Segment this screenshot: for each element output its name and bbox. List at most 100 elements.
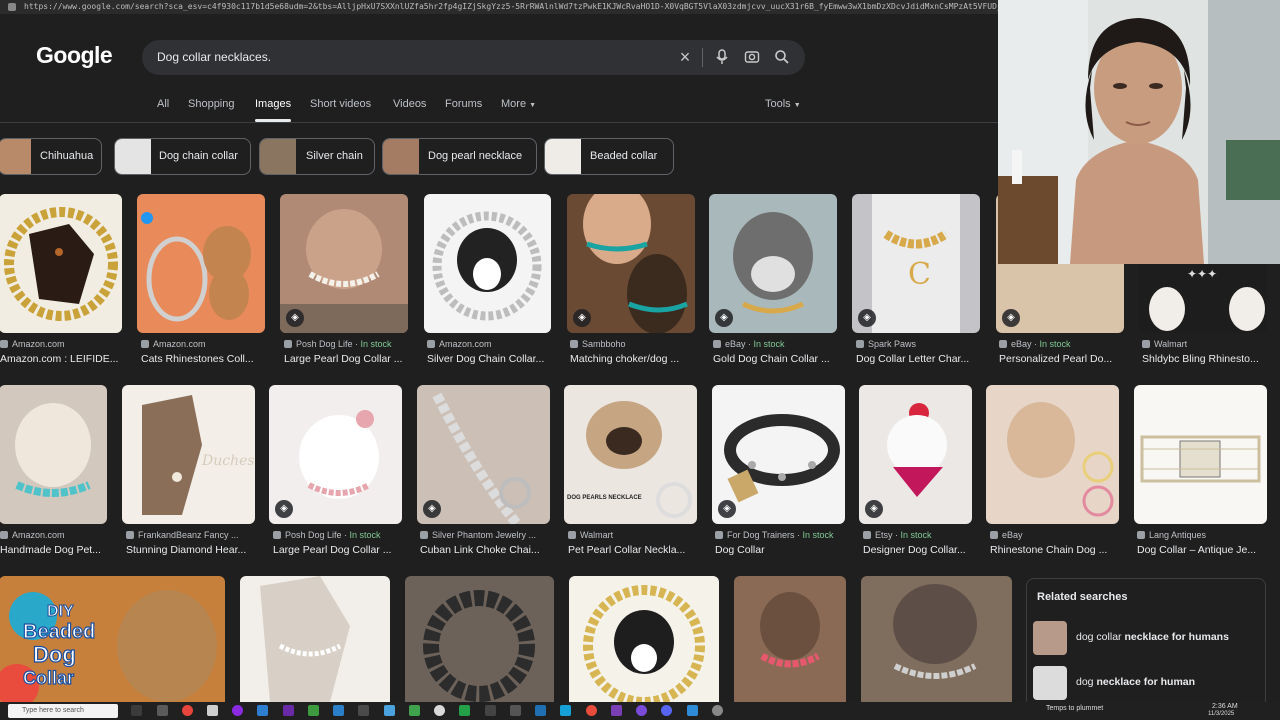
image-source[interactable]: Amazon.com (0, 339, 65, 349)
image-title[interactable]: Silver Dog Chain Collar... (427, 353, 555, 365)
image-title[interactable]: Amazon.com : LEIFIDE... (0, 353, 122, 365)
taskbar-search[interactable]: Type here to search (8, 704, 118, 718)
chip-beaded-collar[interactable]: Beaded collar (544, 138, 674, 175)
image-result[interactable]: Duchess (122, 385, 255, 524)
image-result[interactable] (861, 576, 1012, 702)
tab-more[interactable]: More ▼ (501, 98, 536, 110)
image-source[interactable]: eBay · In stock (713, 339, 785, 349)
app-icon[interactable] (636, 705, 647, 716)
tab-shopping[interactable]: Shopping (188, 98, 235, 110)
app-icon[interactable] (485, 705, 496, 716)
image-source[interactable]: For Dog Trainers · In stock (715, 530, 834, 540)
image-title[interactable]: Cuban Link Choke Chai... (420, 544, 553, 556)
clock-date[interactable]: 11/3/2025 (1208, 711, 1234, 717)
image-title[interactable]: Personalized Pearl Do... (999, 353, 1127, 365)
tab-images[interactable]: Images (255, 98, 292, 122)
clear-icon[interactable]: × (677, 48, 693, 66)
weather-widget[interactable]: Temps to plummet (1046, 705, 1103, 712)
image-result[interactable] (424, 194, 551, 333)
image-result[interactable] (986, 385, 1119, 524)
image-title[interactable]: Shldybc Bling Rhinesto... (1142, 353, 1270, 365)
image-result[interactable] (0, 194, 122, 333)
image-result[interactable]: ◈ (417, 385, 550, 524)
app-icon[interactable] (687, 705, 698, 716)
tab-forums[interactable]: Forums (445, 98, 482, 110)
chip-dog-pearl-necklace[interactable]: Dog pearl necklace (382, 138, 537, 175)
image-source[interactable]: Spark Paws (856, 339, 916, 349)
widgets-icon[interactable] (157, 705, 168, 716)
image-result[interactable]: C ◈ (852, 194, 980, 333)
image-source[interactable]: Amazon.com (141, 339, 206, 349)
image-result[interactable] (137, 194, 265, 333)
search-box[interactable]: Dog collar necklaces. × (142, 40, 805, 75)
image-result[interactable]: ◈ (280, 194, 408, 333)
app-icon[interactable] (333, 705, 344, 716)
app-icon[interactable] (560, 705, 571, 716)
app-icon[interactable] (434, 705, 445, 716)
tools-button[interactable]: Tools ▼ (765, 98, 801, 110)
app-icon[interactable] (409, 705, 420, 716)
tab-videos[interactable]: Videos (393, 98, 426, 110)
image-source[interactable]: Walmart (1142, 339, 1187, 349)
tab-short-videos[interactable]: Short videos (310, 98, 371, 110)
image-source[interactable]: Posh Dog Life · In stock (284, 339, 392, 349)
clock-time[interactable]: 2:36 AM (1212, 703, 1238, 710)
image-title[interactable]: Gold Dog Chain Collar ... (713, 353, 841, 365)
task-view-icon[interactable] (131, 705, 142, 716)
image-source[interactable]: Lang Antiques (1137, 530, 1206, 540)
image-result[interactable] (405, 576, 554, 702)
app-icon[interactable] (257, 705, 268, 716)
image-title[interactable]: Pet Pearl Collar Neckla... (568, 544, 701, 556)
app-icon[interactable] (283, 705, 294, 716)
image-result[interactable]: ◈ (269, 385, 402, 524)
microphone-icon[interactable] (714, 49, 730, 65)
app-icon[interactable] (308, 705, 319, 716)
image-source[interactable]: FrankandBeanz Fancy ... (126, 530, 239, 540)
image-title[interactable]: Cats Rhinestones Coll... (141, 353, 269, 365)
chip-dog-chain-collar[interactable]: Dog chain collar (114, 138, 251, 175)
image-result[interactable] (569, 576, 719, 702)
image-source[interactable]: Walmart (568, 530, 613, 540)
app-icon[interactable] (510, 705, 521, 716)
image-result[interactable]: ◈ (567, 194, 695, 333)
image-source[interactable]: Amazon.com (0, 530, 65, 540)
app-icon[interactable] (358, 705, 369, 716)
settings-icon[interactable] (712, 705, 723, 716)
image-result[interactable]: DIY Beaded Dog Collar (0, 576, 225, 702)
app-icon[interactable] (535, 705, 546, 716)
image-result[interactable]: ◈ (712, 385, 845, 524)
image-result[interactable] (734, 576, 846, 702)
image-title[interactable]: Dog Collar (715, 544, 848, 556)
image-source[interactable]: eBay · In stock (999, 339, 1071, 349)
search-query[interactable]: Dog collar necklaces. (157, 50, 271, 64)
image-title[interactable]: Dog Collar – Antique Je... (1137, 544, 1270, 556)
app-icon[interactable] (586, 705, 597, 716)
image-result[interactable]: ◈ (709, 194, 837, 333)
image-title[interactable]: Designer Dog Collar... (863, 544, 976, 556)
related-search-item[interactable]: dog collar necklace for humans (1033, 621, 1261, 655)
image-result[interactable] (240, 576, 390, 702)
image-result[interactable]: ◈ (859, 385, 972, 524)
image-source[interactable]: Silver Phantom Jewelry ... (420, 530, 536, 540)
image-title[interactable]: Large Pearl Dog Collar ... (273, 544, 406, 556)
search-icon[interactable] (774, 49, 790, 65)
google-logo[interactable]: Google (36, 42, 113, 69)
chrome-icon[interactable] (182, 705, 193, 716)
app-icon[interactable] (384, 705, 395, 716)
tab-all[interactable]: All (157, 98, 169, 110)
image-source[interactable]: eBay (990, 530, 1023, 540)
image-source[interactable]: Etsy · In stock (863, 530, 932, 540)
related-search-item[interactable]: dog necklace for human (1033, 666, 1261, 700)
app-icon[interactable] (611, 705, 622, 716)
image-title[interactable]: Dog Collar Letter Char... (856, 353, 984, 365)
image-result[interactable] (0, 385, 107, 524)
app-icon[interactable] (459, 705, 470, 716)
image-title[interactable]: Matching choker/dog ... (570, 353, 698, 365)
discord-icon[interactable] (661, 705, 672, 716)
app-icon[interactable] (207, 705, 218, 716)
image-title[interactable]: Handmade Dog Pet... (0, 544, 108, 556)
image-source[interactable]: Sambboho (570, 339, 626, 349)
image-title[interactable]: Rhinestone Chain Dog ... (990, 544, 1123, 556)
app-icon[interactable] (232, 705, 243, 716)
image-source[interactable]: Amazon.com (427, 339, 492, 349)
